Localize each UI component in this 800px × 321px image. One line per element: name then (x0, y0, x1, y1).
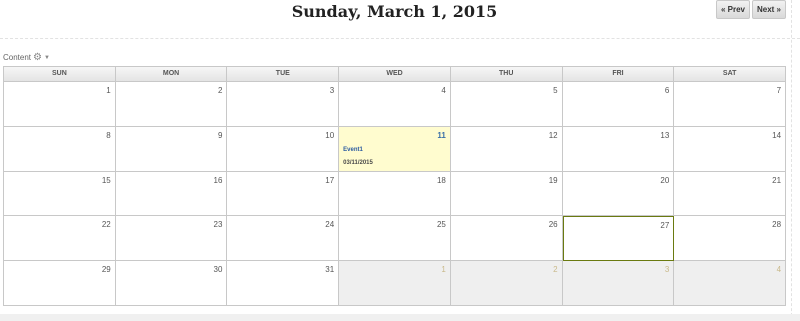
day-cell[interactable]: 9 (115, 127, 228, 172)
day-cell[interactable]: 10 (227, 127, 340, 172)
day-cell[interactable]: 17 (227, 172, 340, 216)
day-cell[interactable]: 26 (450, 216, 563, 261)
day-cell[interactable]: 18 (339, 172, 451, 216)
day-cell[interactable]: 19 (450, 172, 563, 216)
day-cell[interactable]: 21 (674, 172, 787, 216)
day-number: 22 (101, 220, 111, 229)
day-number: 18 (436, 176, 446, 185)
day-number: 30 (213, 265, 223, 274)
day-cell[interactable]: 13 (562, 127, 675, 172)
week-row: 8 9 10 11 Event1 03/11/2015 12 13 14 (4, 127, 787, 172)
day-number: 29 (101, 265, 111, 274)
day-number: 31 (325, 265, 335, 274)
event-date: 03/11/2015 (343, 160, 373, 166)
day-number: 15 (101, 176, 111, 185)
day-header-mon: MON (115, 67, 228, 82)
month-calendar: SUN MON TUE WED THU FRI SAT 1 2 3 4 5 6 … (3, 66, 787, 306)
day-cell[interactable]: 15 (4, 172, 116, 216)
day-cell-other-month[interactable]: 2 (450, 261, 563, 306)
day-number: 25 (436, 220, 446, 229)
day-number: 5 (553, 86, 558, 95)
day-cell[interactable]: 30 (115, 261, 228, 306)
week-row: 15 16 17 18 19 20 21 (4, 172, 787, 216)
calendar-header: Sunday, March 1, 2015 « Prev Next » (0, 0, 800, 38)
day-number: 23 (213, 220, 223, 229)
day-header-fri: FRI (562, 67, 675, 82)
week-row: 1 2 3 4 5 6 7 (4, 82, 787, 127)
day-number: 19 (548, 176, 558, 185)
header-divider (0, 38, 800, 39)
content-menu[interactable]: Content ⚙ ▼ (3, 52, 50, 62)
day-cell[interactable]: 4 (339, 82, 451, 127)
day-number: 11 (437, 131, 446, 140)
day-cell[interactable]: 12 (450, 127, 563, 172)
week-row: 29 30 31 1 2 3 4 (4, 261, 787, 306)
day-cell-other-month[interactable]: 3 (562, 261, 675, 306)
prev-button[interactable]: « Prev (715, 0, 750, 19)
day-cell[interactable]: 28 (674, 216, 787, 261)
event-title[interactable]: Event1 (343, 147, 363, 153)
day-number: 2 (217, 86, 223, 95)
day-number: 3 (329, 86, 335, 95)
day-header-thu: THU (450, 67, 563, 82)
day-number: 10 (325, 131, 335, 140)
day-number: 21 (772, 176, 782, 185)
page: Sunday, March 1, 2015 « Prev Next » Cont… (0, 0, 800, 321)
day-cell-today[interactable]: 27 (562, 216, 675, 261)
day-number: 1 (106, 86, 111, 95)
day-cell-with-event[interactable]: 11 Event1 03/11/2015 (339, 127, 451, 172)
day-cell[interactable]: 3 (227, 82, 340, 127)
day-cell[interactable]: 24 (227, 216, 340, 261)
day-cell[interactable]: 8 (4, 127, 116, 172)
day-number: 4 (776, 265, 782, 274)
day-number: 16 (213, 176, 223, 185)
day-cell[interactable]: 23 (115, 216, 228, 261)
chevron-down-icon[interactable]: ▼ (44, 55, 50, 61)
day-number: 4 (441, 86, 446, 95)
day-number: 17 (325, 176, 335, 185)
day-cell[interactable]: 1 (4, 82, 116, 127)
day-cell[interactable]: 25 (339, 216, 451, 261)
gear-icon[interactable]: ⚙ (33, 52, 42, 62)
day-cell[interactable]: 7 (674, 82, 787, 127)
day-number: 8 (106, 131, 111, 140)
week-row: 22 23 24 25 26 27 28 (4, 216, 787, 261)
day-cell[interactable]: 29 (4, 261, 116, 306)
day-header-row: SUN MON TUE WED THU FRI SAT (4, 67, 787, 82)
day-number: 2 (553, 265, 558, 274)
day-number: 27 (660, 221, 670, 230)
day-cell[interactable]: 2 (115, 82, 228, 127)
day-number: 1 (441, 265, 446, 274)
day-number: 26 (548, 220, 558, 229)
day-number: 28 (772, 220, 782, 229)
day-cell[interactable]: 20 (562, 172, 675, 216)
day-cell[interactable]: 6 (562, 82, 675, 127)
day-number: 6 (664, 86, 670, 95)
day-cell-other-month[interactable]: 4 (674, 261, 787, 306)
bottom-bar (0, 314, 800, 321)
day-cell[interactable]: 22 (4, 216, 116, 261)
page-title: Sunday, March 1, 2015 (291, 2, 498, 21)
day-number: 3 (664, 265, 670, 274)
nav-buttons: « Prev Next » (715, 0, 786, 19)
day-header-wed: WED (339, 67, 451, 82)
day-number: 14 (772, 131, 782, 140)
day-number: 20 (660, 176, 670, 185)
day-number: 9 (217, 131, 223, 140)
day-header-sat: SAT (674, 67, 787, 82)
right-divider (791, 0, 792, 321)
day-header-tue: TUE (227, 67, 340, 82)
day-number: 13 (660, 131, 670, 140)
day-cell[interactable]: 31 (227, 261, 340, 306)
content-label: Content (3, 53, 32, 62)
next-button[interactable]: Next » (751, 0, 786, 19)
day-number: 24 (325, 220, 335, 229)
day-number: 12 (548, 131, 558, 140)
day-header-sun: SUN (4, 67, 116, 82)
day-cell[interactable]: 14 (674, 127, 787, 172)
day-cell[interactable]: 5 (450, 82, 563, 127)
day-cell[interactable]: 16 (115, 172, 228, 216)
day-cell-other-month[interactable]: 1 (339, 261, 451, 306)
day-number: 7 (776, 86, 782, 95)
